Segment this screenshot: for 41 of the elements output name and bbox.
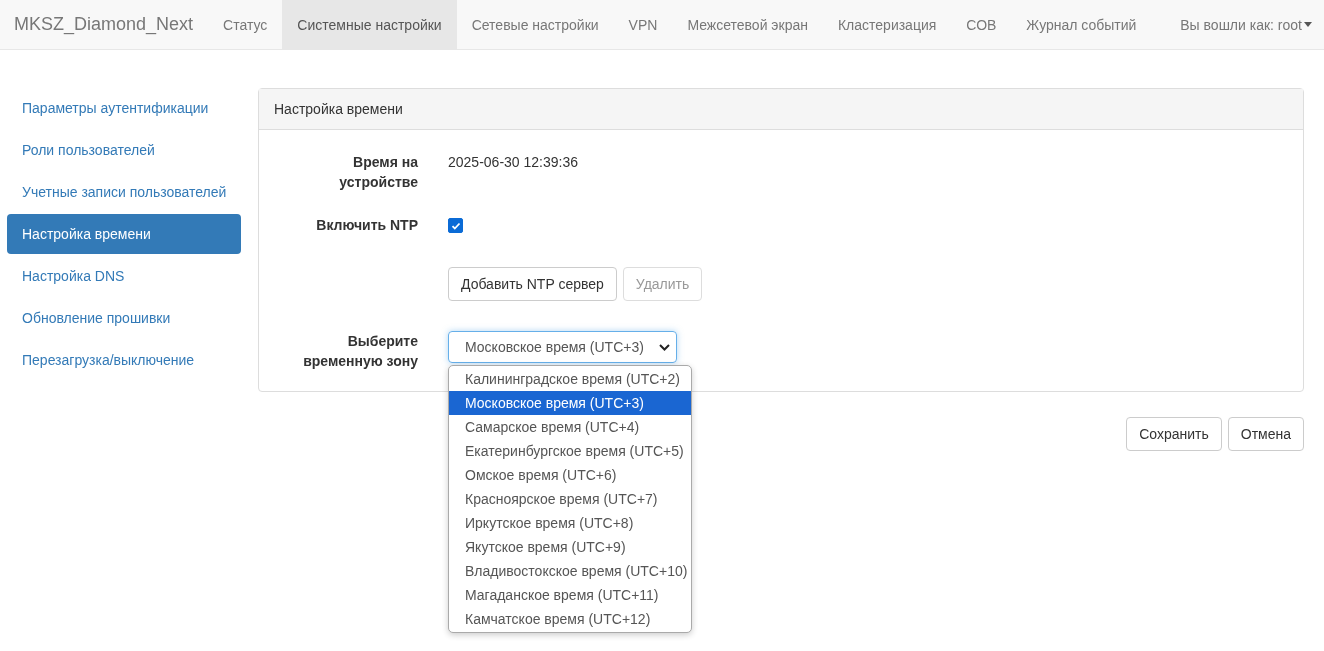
dropdown-option[interactable]: Магаданское время (UTC+11) xyxy=(449,583,691,607)
nav-tab[interactable]: Статус xyxy=(208,0,283,49)
footer-button[interactable]: Отмена xyxy=(1227,417,1304,451)
footer-button[interactable]: Сохранить xyxy=(1126,417,1222,451)
dropdown-option[interactable]: Иркутское время (UTC+8) xyxy=(449,511,691,535)
caret-icon xyxy=(1304,22,1312,27)
ntp-button[interactable]: Добавить NTP сервер xyxy=(448,267,617,301)
field-label: Выберите временную зону xyxy=(302,332,418,371)
sidebar-item[interactable]: Обновление прошивки xyxy=(7,298,241,338)
nav-tab[interactable]: СОВ xyxy=(951,0,1012,49)
dropdown-option[interactable]: Камчатское время (UTC+12) xyxy=(449,607,691,631)
nav-tab[interactable]: Журнал событий xyxy=(1011,0,1152,49)
dropdown-option[interactable]: Омское время (UTC+6) xyxy=(449,463,691,487)
dropdown-option[interactable]: Красноярское время (UTC+7) xyxy=(449,487,691,511)
dropdown-option[interactable]: Калининградское время (UTC+2) xyxy=(449,367,691,391)
dropdown-option[interactable]: Московское время (UTC+3) xyxy=(449,391,691,415)
nav-tab[interactable]: Кластеризация xyxy=(822,0,952,49)
sidebar-item[interactable]: Настройка DNS xyxy=(7,256,241,296)
checkmark-icon xyxy=(450,220,461,231)
field-label: Включить NTP xyxy=(315,216,418,235)
panel-title: Настройка времени xyxy=(259,89,1303,130)
dropdown-option[interactable]: Якутское время (UTC+9) xyxy=(449,535,691,559)
ntp-checkbox[interactable] xyxy=(448,218,463,233)
timezone-select[interactable]: Московское время (UTC+3) xyxy=(448,331,677,363)
sidebar-item[interactable]: Параметры аутентификации xyxy=(7,88,241,128)
user-menu[interactable]: Вы вошли как: root xyxy=(1165,0,1324,49)
nav-tab[interactable]: Системные настройки xyxy=(282,0,457,49)
dropdown-option[interactable]: Екатеринбургское время (UTC+5) xyxy=(449,439,691,463)
sidebar-item[interactable]: Учетные записи пользователей xyxy=(7,172,241,212)
sidebar-item[interactable]: Перезагрузка/выключение xyxy=(7,340,241,380)
device-time-value: 2025-06-30 12:39:36 xyxy=(448,153,578,172)
sidebar-item[interactable]: Роли пользователей xyxy=(7,130,241,170)
dropdown-option[interactable]: Владивостокское время (UTC+10) xyxy=(449,559,691,583)
brand-link[interactable]: MKSZ_Diamond_Next xyxy=(0,0,209,49)
nav-tab[interactable]: Межсетевой экран xyxy=(672,0,823,49)
nav-tab[interactable]: VPN xyxy=(613,0,673,49)
dropdown-option[interactable]: Самарское время (UTC+4) xyxy=(449,415,691,439)
nav-tab[interactable]: Сетевые настройки xyxy=(456,0,614,49)
sidebar-item[interactable]: Настройка времени xyxy=(7,214,241,254)
chevron-icon xyxy=(659,343,670,351)
field-label: Время на устройстве xyxy=(338,153,418,192)
